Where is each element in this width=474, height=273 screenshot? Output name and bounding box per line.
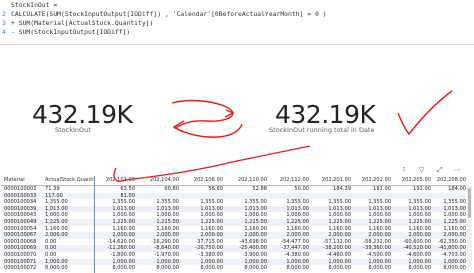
annotation-underline-swoosh bbox=[113, 145, 311, 182]
annotation-checkmark bbox=[397, 90, 453, 136]
annotation-scribbles bbox=[113, 90, 453, 182]
